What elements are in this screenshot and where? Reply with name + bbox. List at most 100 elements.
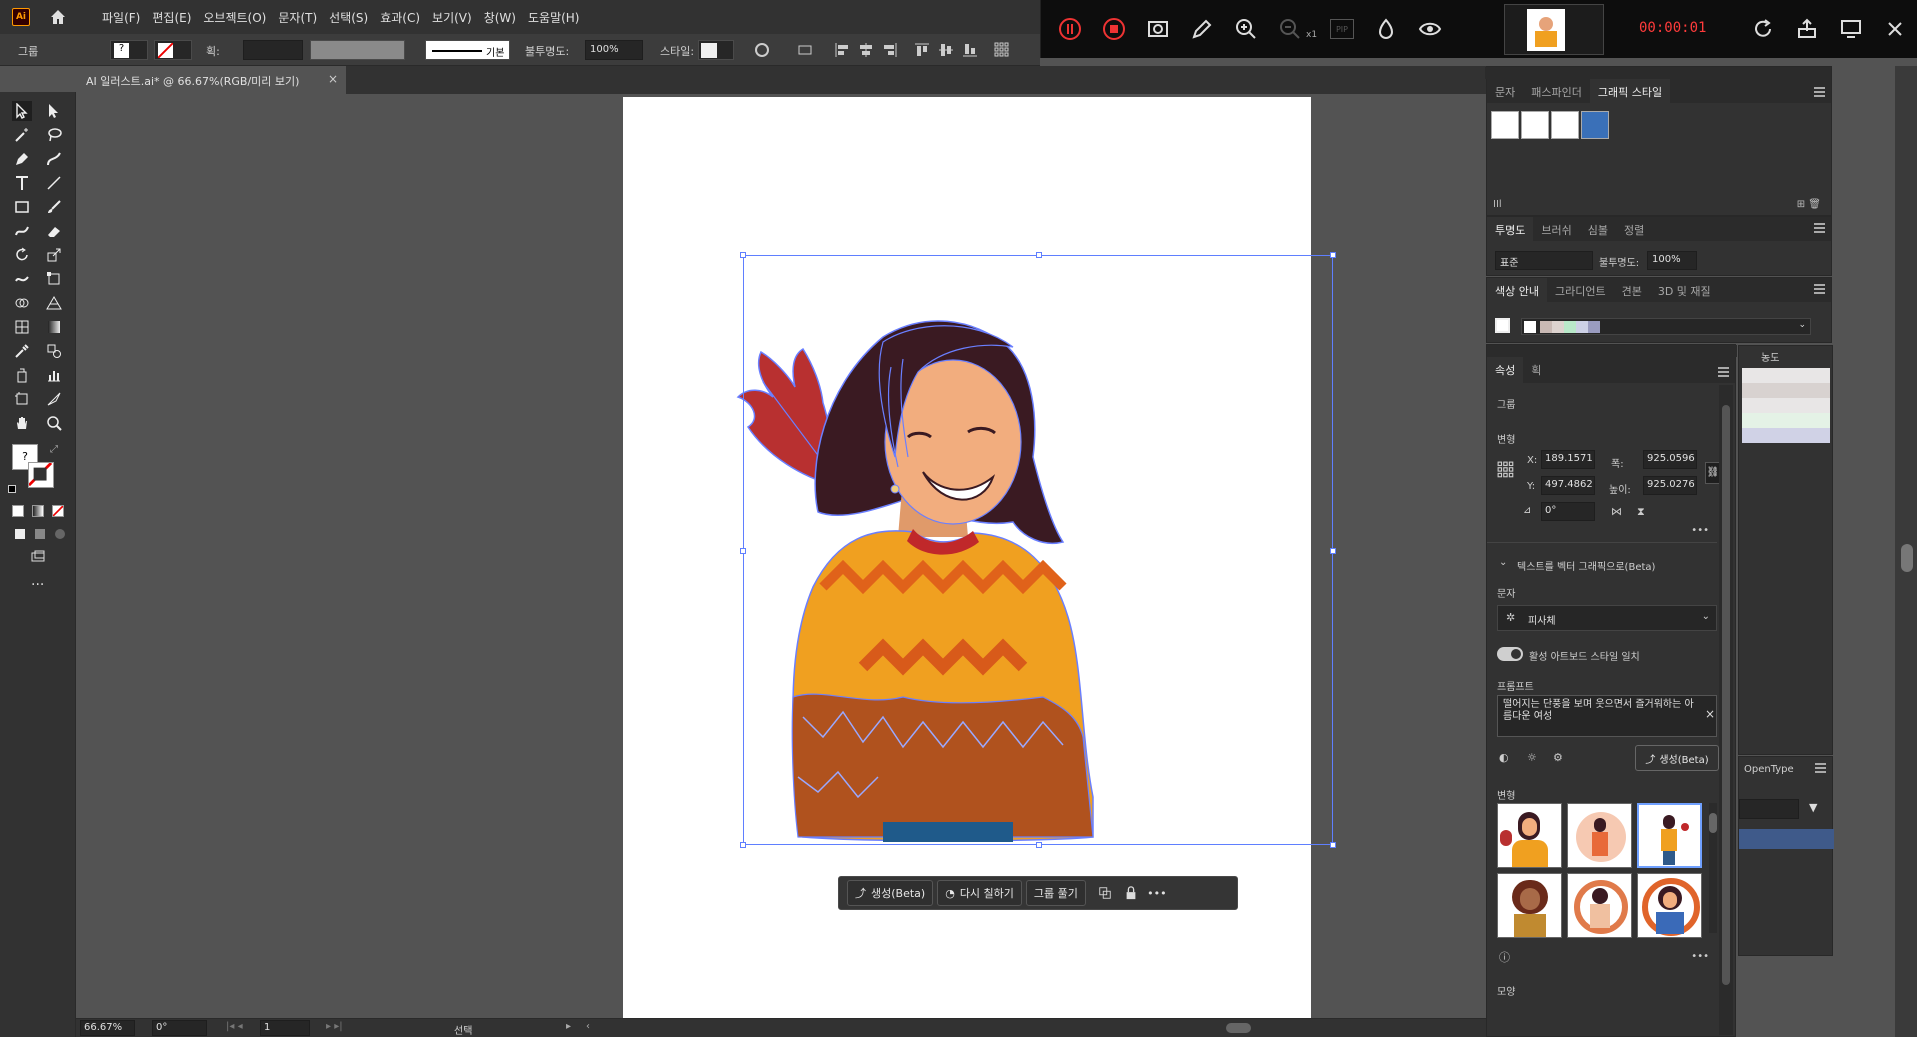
type-select[interactable]: ✲ 피사체 ⌄ [1497,605,1717,631]
eraser-tool-icon[interactable] [44,221,64,241]
pip-button[interactable]: PIP [1330,19,1354,39]
properties-scrollbar[interactable] [1719,385,1733,1035]
magic-wand-tool-icon[interactable] [12,125,32,145]
graphic-style-default[interactable] [1491,111,1519,139]
reference-point-icon[interactable] [1497,461,1515,479]
clear-prompt-icon[interactable]: × [1705,707,1715,721]
pen-tool-icon[interactable] [12,149,32,169]
graphic-style-4[interactable] [1581,111,1609,139]
panel-menu-icon[interactable] [1815,763,1826,773]
flip-vertical-icon[interactable]: ⧗ [1637,505,1645,519]
variation-thumbnail-1[interactable] [1497,803,1562,868]
scale-tool-icon[interactable] [44,245,64,265]
mesh-tool-icon[interactable] [12,317,32,337]
none-mode-icon[interactable] [52,505,64,517]
close-recorder-icon[interactable] [1883,17,1907,41]
tab-gradient[interactable]: 그라디언트 [1547,278,1614,302]
base-color-swatch[interactable] [1495,318,1510,333]
artboard-tool-icon[interactable] [12,389,32,409]
menu-type[interactable]: 문자(T) [278,9,317,26]
align-to-icon[interactable] [795,40,815,60]
resize-handle[interactable] [740,252,746,258]
recolor-button[interactable]: ◔ 다시 칠하기 [937,880,1022,906]
lasso-tool-icon[interactable] [44,125,64,145]
flip-horizontal-icon[interactable]: ⋈ [1611,505,1622,518]
cursor-effect-icon[interactable] [1374,17,1398,41]
tab-graphic-styles[interactable]: 그래픽 스타일 [1589,79,1671,103]
brush-definition[interactable]: 기본 [425,40,510,60]
type-tool-icon[interactable] [12,173,32,193]
y-input[interactable]: 497.4862 [1541,476,1595,495]
width-input[interactable]: 925.0596 [1643,450,1697,469]
stroke-swatch[interactable] [154,40,192,60]
info-icon[interactable]: ⓘ [1499,949,1510,965]
more-transform-options-icon[interactable]: ••• [1691,525,1709,536]
libraries-icon[interactable]: IIl [1493,199,1502,210]
status-menu-arrow-icon[interactable]: ▸ [566,1021,571,1032]
horizontal-scroll-thumb[interactable] [1226,1023,1251,1033]
pen-draw-icon[interactable] [1190,17,1214,41]
tab-pathfinder[interactable]: 패스파인더 [1523,79,1590,103]
graphic-style-picker[interactable] [698,40,734,60]
zoom-tool-icon[interactable] [44,413,64,433]
align-bottom-icon[interactable] [960,40,980,60]
align-center-icon[interactable] [856,40,876,60]
variation-thumbnail-6[interactable] [1637,873,1702,938]
stroke-color-box[interactable] [28,462,54,488]
duplicate-icon[interactable] [1094,882,1116,904]
variable-width-profile[interactable] [310,40,405,60]
hscroll-left-icon[interactable]: ‹ [586,1021,590,1032]
menu-file[interactable]: 파일(F) [102,9,140,26]
draw-normal-icon[interactable] [10,524,30,544]
shaper-tool-icon[interactable] [12,221,32,241]
match-style-toggle[interactable] [1497,647,1523,661]
graphic-style-2[interactable] [1521,111,1549,139]
gradient-tool-icon[interactable] [44,317,64,337]
eye-icon[interactable] [1418,17,1442,41]
selected-row[interactable] [1739,829,1834,849]
tab-properties[interactable]: 속성 [1487,357,1524,383]
resize-handle[interactable] [1036,252,1042,258]
artboard-nav-next-icon[interactable]: ▸ ▸| [326,1021,343,1032]
variation-thumbnail-2[interactable] [1567,803,1632,868]
draw-behind-icon[interactable] [30,524,50,544]
gradient-mode-icon[interactable] [32,505,44,517]
symbol-sprayer-tool-icon[interactable] [12,365,32,385]
blend-tool-icon[interactable] [44,341,64,361]
harmony-rules-select[interactable]: ⌄ [1521,318,1811,335]
tab-3d-materials[interactable]: 3D 및 재질 [1650,278,1719,302]
pause-record-icon[interactable] [1058,17,1082,41]
resize-handle[interactable] [1330,842,1336,848]
column-graph-tool-icon[interactable] [44,365,64,385]
paintbrush-tool-icon[interactable] [44,197,64,217]
graphic-style-3[interactable] [1551,111,1579,139]
artboard-nav-prev-icon[interactable]: |◂ ◂ [226,1021,243,1032]
capture-icon[interactable] [1146,17,1170,41]
variation-thumbnail-5[interactable] [1567,873,1632,938]
resize-handle[interactable] [1330,548,1336,554]
tab-stroke[interactable]: 획 [1523,357,1549,383]
zoom-in-icon[interactable] [1234,17,1258,41]
harmony-swatch[interactable] [1552,321,1564,333]
reference-point-icon[interactable] [992,40,1012,60]
height-input[interactable]: 925.0276 [1643,476,1697,495]
harmony-swatch[interactable] [1576,321,1588,333]
more-variation-options-icon[interactable]: ••• [1691,951,1709,962]
hand-tool-icon[interactable] [12,413,32,433]
effects-icon[interactable]: ☼ [1527,751,1537,764]
artboard-number-input[interactable]: 1 [260,1020,310,1036]
align-left-icon[interactable] [832,40,852,60]
opacity-input[interactable]: 100% [585,40,643,60]
perspective-grid-tool-icon[interactable] [44,293,64,313]
stroke-weight-input[interactable] [243,40,303,60]
glyph-search-input[interactable] [1739,799,1799,819]
style-picker-icon[interactable]: ◐ [1499,751,1509,764]
tab-swatches[interactable]: 견본 [1614,278,1650,302]
tab-align[interactable]: 정렬 [1616,217,1652,241]
panel-menu-icon[interactable] [1814,284,1825,294]
free-transform-tool-icon[interactable] [44,269,64,289]
menu-edit[interactable]: 편집(E) [152,9,191,26]
panel-menu-icon[interactable] [1718,367,1729,377]
color-mode-icon[interactable] [12,505,24,517]
variation-thumbnail-3[interactable] [1637,803,1702,868]
